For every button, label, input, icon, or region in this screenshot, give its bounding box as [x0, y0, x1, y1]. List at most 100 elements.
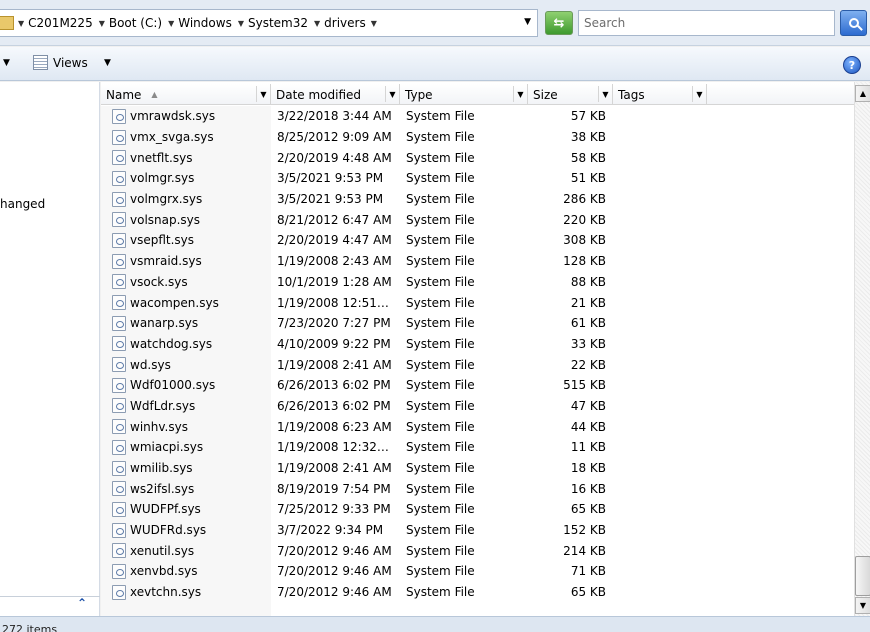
column-header-type[interactable]: Type ▼ — [400, 84, 528, 105]
file-date-modified: 8/19/2019 7:54 PM — [277, 481, 391, 496]
column-filter-dropdown[interactable]: ▼ — [692, 86, 706, 102]
refresh-button[interactable]: ⇆ — [545, 11, 573, 35]
column-header-size[interactable]: Size ▼ — [528, 84, 613, 105]
file-row[interactable]: WUDFPf.sys 7/25/2012 9:33 PM System File 65… — [101, 499, 854, 520]
column-filter-dropdown[interactable]: ▼ — [256, 86, 270, 102]
system-file-icon — [112, 563, 126, 579]
file-date-modified: 1/19/2008 6:23 AM — [277, 419, 392, 434]
file-date-modified: 1/19/2008 12:32… — [277, 440, 389, 455]
views-label: Views — [53, 55, 88, 70]
chevron-right-icon[interactable]: ▼ — [168, 19, 174, 28]
file-row[interactable]: winhv.sys 1/19/2008 6:23 AM System File 44 … — [101, 416, 854, 437]
file-size: 18 KB — [570, 461, 606, 476]
file-name-cell[interactable]: WdfLdr.sys — [112, 398, 195, 414]
chevron-down-icon[interactable]: ▼ — [371, 19, 377, 28]
search-button[interactable] — [840, 10, 867, 36]
scroll-up-button[interactable]: ▲ — [855, 85, 870, 102]
file-row[interactable]: Wdf01000.sys 6/26/2013 6:02 PM System File… — [101, 375, 854, 396]
column-header-name[interactable]: Name ▲ ▼ — [101, 84, 271, 105]
address-box[interactable]: ▼ C201M225 ▼ Boot (C:) ▼ Windows ▼ System32 … — [0, 9, 538, 37]
file-name-cell[interactable]: vmx_svga.sys — [112, 129, 214, 145]
column-filter-dropdown[interactable]: ▼ — [385, 86, 399, 102]
column-filter-dropdown[interactable]: ▼ — [598, 86, 612, 102]
file-name-cell[interactable]: ws2ifsl.sys — [112, 481, 194, 497]
file-name-cell[interactable]: WUDFRd.sys — [112, 522, 206, 538]
file-row[interactable]: wmiacpi.sys 1/19/2008 12:32… System File 11… — [101, 437, 854, 458]
breadcrumb-c201m225[interactable]: ▼ C201M225 — [18, 16, 93, 30]
file-row[interactable]: wacompen.sys 1/19/2008 12:51… System File 2… — [101, 292, 854, 313]
breadcrumb-system32[interactable]: ▼ System32 — [238, 16, 308, 30]
file-name-cell[interactable]: vsepflt.sys — [112, 232, 194, 248]
file-row[interactable]: wmilib.sys 1/19/2008 2:41 AM System File 18… — [101, 458, 854, 479]
chevron-up-icon[interactable]: ⌃ — [75, 596, 89, 610]
file-name-cell[interactable]: wacompen.sys — [112, 295, 219, 311]
file-row[interactable]: vsepflt.sys 2/20/2019 4:47 AM System File 3… — [101, 230, 854, 251]
file-date-modified: 3/22/2018 3:44 AM — [277, 109, 392, 124]
file-date-modified: 7/20/2012 9:46 AM — [277, 585, 392, 600]
file-name-cell[interactable]: wmiacpi.sys — [112, 439, 203, 455]
file-name-cell[interactable]: volsnap.sys — [112, 212, 200, 228]
file-name-cell[interactable]: volmgrx.sys — [112, 191, 202, 207]
breadcrumb-boot-c[interactable]: ▼ Boot (C:) — [99, 16, 162, 30]
file-name-cell[interactable]: wanarp.sys — [112, 315, 198, 331]
organize-dropdown-icon[interactable]: ▼ — [3, 58, 10, 68]
file-name-cell[interactable]: winhv.sys — [112, 419, 188, 435]
chevron-right-icon[interactable]: ▼ — [99, 19, 105, 28]
scrollbar-thumb[interactable] — [855, 556, 870, 596]
file-row[interactable]: ws2ifsl.sys 8/19/2019 7:54 PM System File 1… — [101, 478, 854, 499]
chevron-right-icon[interactable]: ▼ — [314, 19, 320, 28]
help-button[interactable]: ? — [843, 56, 861, 74]
system-file-icon — [112, 274, 126, 290]
file-row[interactable]: xenutil.sys 7/20/2012 9:46 AM System File 2… — [101, 540, 854, 561]
chevron-right-icon[interactable]: ▼ — [238, 19, 244, 28]
column-header-tags[interactable]: Tags ▼ — [613, 84, 707, 105]
file-name-cell[interactable]: watchdog.sys — [112, 336, 212, 352]
chevron-right-icon[interactable]: ▼ — [18, 19, 24, 28]
file-row[interactable]: wd.sys 1/19/2008 2:41 AM System File 22 KB — [101, 354, 854, 375]
file-name-cell[interactable]: xenutil.sys — [112, 543, 194, 559]
views-button[interactable]: Views — [33, 55, 88, 70]
vertical-scrollbar[interactable]: ▲ ▼ — [854, 82, 870, 616]
address-history-dropdown[interactable]: ▼ — [524, 17, 531, 27]
file-date-modified: 2/20/2019 4:47 AM — [277, 233, 392, 248]
file-name-cell[interactable]: volmgr.sys — [112, 170, 194, 186]
file-name-cell[interactable]: xevtchn.sys — [112, 584, 201, 600]
file-row[interactable]: vsmraid.sys 1/19/2008 2:43 AM System File 1… — [101, 251, 854, 272]
file-row[interactable]: WdfLdr.sys 6/26/2013 6:02 PM System File 47… — [101, 396, 854, 417]
file-name-cell[interactable]: xenvbd.sys — [112, 563, 197, 579]
search-input[interactable] — [584, 16, 824, 30]
file-row[interactable]: volmgrx.sys 3/5/2021 9:53 PM System File 28… — [101, 189, 854, 210]
file-row[interactable]: vsock.sys 10/1/2019 1:28 AM System File 88 … — [101, 272, 854, 293]
column-filter-dropdown[interactable]: ▼ — [513, 86, 527, 102]
file-row[interactable]: WUDFRd.sys 3/7/2022 9:34 PM System File 152… — [101, 520, 854, 541]
file-name-cell[interactable]: vsock.sys — [112, 274, 188, 290]
file-row[interactable]: vmrawdsk.sys 3/22/2018 3:44 AM System File… — [101, 106, 854, 127]
file-name-cell[interactable]: WUDFPf.sys — [112, 501, 201, 517]
search-box[interactable] — [578, 10, 835, 36]
file-row[interactable]: vmx_svga.sys 8/25/2012 9:09 AM System File… — [101, 127, 854, 148]
file-row[interactable]: vnetflt.sys 2/20/2019 4:48 AM System File 5… — [101, 147, 854, 168]
file-name-cell[interactable]: wmilib.sys — [112, 460, 193, 476]
file-name-cell[interactable]: vsmraid.sys — [112, 253, 202, 269]
file-type: System File — [406, 523, 475, 538]
breadcrumb-label: Boot (C:) — [108, 16, 163, 30]
scroll-down-button[interactable]: ▼ — [855, 597, 870, 614]
status-item-count: 272 items — [2, 623, 58, 632]
breadcrumb-windows[interactable]: ▼ Windows — [168, 16, 232, 30]
file-name-cell[interactable]: vmrawdsk.sys — [112, 108, 215, 124]
column-header-date-modified[interactable]: Date modified ▼ — [271, 84, 400, 105]
file-row[interactable]: volmgr.sys 3/5/2021 9:53 PM System File 51 … — [101, 168, 854, 189]
file-row[interactable]: wanarp.sys 7/23/2020 7:27 PM System File 61… — [101, 313, 854, 334]
file-name-cell[interactable]: wd.sys — [112, 357, 171, 373]
file-name-cell[interactable]: Wdf01000.sys — [112, 377, 215, 393]
file-row[interactable]: volsnap.sys 8/21/2012 6:47 AM System File 2… — [101, 209, 854, 230]
file-name-cell[interactable]: vnetflt.sys — [112, 150, 192, 166]
views-dropdown-icon[interactable]: ▼ — [104, 58, 111, 68]
nav-item-recently-changed[interactable]: hanged — [0, 197, 45, 211]
file-row[interactable]: xevtchn.sys 7/20/2012 9:46 AM System File 6… — [101, 582, 854, 603]
system-file-icon — [112, 315, 126, 331]
file-type: System File — [406, 274, 475, 289]
file-row[interactable]: xenvbd.sys 7/20/2012 9:46 AM System File 71… — [101, 561, 854, 582]
file-row[interactable]: watchdog.sys 4/10/2009 9:22 PM System File… — [101, 334, 854, 355]
breadcrumb-drivers[interactable]: ▼ drivers ▼ — [314, 16, 381, 30]
